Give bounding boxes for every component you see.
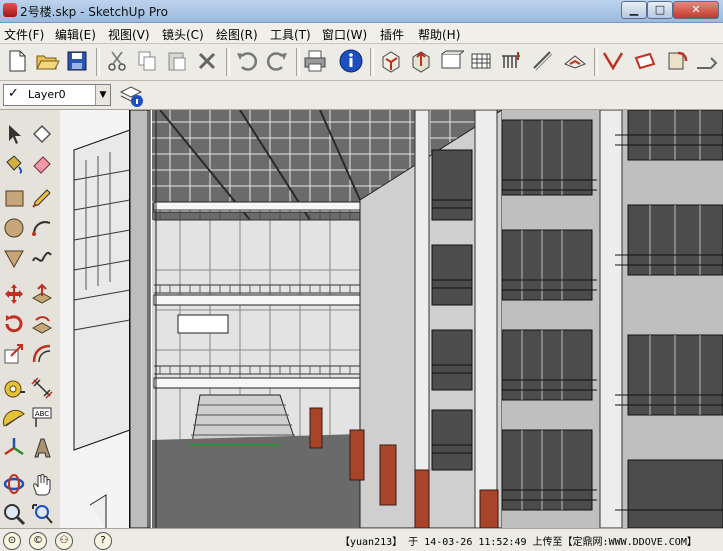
zoom-window-icon[interactable] [30, 502, 54, 526]
scale-tool-icon[interactable] [2, 342, 26, 366]
paint-bucket-icon[interactable] [2, 152, 26, 176]
select-arrow-icon[interactable] [2, 122, 26, 146]
print-icon[interactable] [302, 48, 328, 74]
toolbar-separator [370, 48, 374, 76]
menu-plugins[interactable]: 插件 [380, 26, 404, 43]
orbit-tool-icon[interactable] [2, 472, 26, 496]
toolbar-separator [296, 48, 300, 76]
arc-tool-icon[interactable] [30, 216, 54, 240]
menu-bar: 文件(F) 编辑(E) 视图(V) 镜头(C) 绘图(R) 工具(T) 窗口(W… [0, 23, 723, 44]
open-folder-icon[interactable] [34, 48, 60, 74]
push-pull-icon[interactable] [408, 48, 434, 74]
redo-icon[interactable] [264, 48, 290, 74]
follow-me-icon[interactable] [664, 48, 690, 74]
layer-name: Layer0 [28, 88, 66, 101]
window-title: 2号楼.skp - SketchUp Pro [20, 5, 168, 19]
section-plane-icon[interactable] [438, 48, 464, 74]
help-icon[interactable]: ? [94, 532, 112, 550]
polygon-tool-icon[interactable] [2, 246, 26, 270]
menu-camera[interactable]: 镜头(C) [162, 26, 204, 43]
protractor-icon[interactable] [2, 406, 26, 430]
pan-hand-icon[interactable] [30, 472, 54, 496]
rectangle-3d-icon[interactable] [632, 48, 658, 74]
3d-text-icon[interactable] [30, 436, 54, 460]
new-file-icon[interactable] [4, 48, 30, 74]
rectangle-tool-icon[interactable] [2, 186, 26, 210]
maximize-button[interactable]: □ [647, 1, 673, 19]
erase-delete-icon[interactable] [194, 48, 220, 74]
stairs-tool-icon[interactable] [530, 48, 556, 74]
toolbar-separator [96, 48, 100, 76]
menu-window[interactable]: 窗口(W) [322, 26, 367, 43]
dimension-tool-icon[interactable] [30, 376, 54, 400]
menu-tools[interactable]: 工具(T) [270, 26, 311, 43]
layer-dropdown[interactable]: ✓ Layer0 ▼ [3, 84, 111, 106]
status-bar: ⊙ © ⚇ ? 【yuan213】 于 14-03-26 11:52:49 上传… [0, 528, 723, 551]
tape-measure-icon[interactable] [2, 376, 26, 400]
axes-tool-icon[interactable] [2, 436, 26, 460]
minimize-button[interactable]: ▁ [621, 1, 647, 19]
upload-info-text: 【yuan213】 于 14-03-26 11:52:49 上传至【定鼎网:WW… [340, 537, 697, 548]
3d-model-viewport[interactable] [60, 110, 723, 528]
chevron-down-icon[interactable]: ▼ [95, 85, 110, 105]
make-component-tool-icon[interactable] [30, 122, 54, 146]
text-tool-icon[interactable]: ABC [30, 406, 54, 430]
layer-manager-icon[interactable] [118, 82, 144, 108]
layer-toolbar: ✓ Layer0 ▼ [0, 81, 723, 110]
undo-icon[interactable] [234, 48, 260, 74]
menu-file[interactable]: 文件(F) [4, 26, 44, 43]
circle-tool-icon[interactable] [2, 216, 26, 240]
menu-edit[interactable]: 编辑(E) [55, 26, 96, 43]
move-tool-icon[interactable] [2, 282, 26, 306]
model-info-icon[interactable] [338, 48, 364, 74]
toolbar-separator [594, 48, 598, 76]
push-pull-tool-icon[interactable] [30, 282, 54, 306]
toolbar-more-icon[interactable] [694, 48, 720, 74]
tool-palette: ABC [0, 110, 61, 528]
copy-icon[interactable] [134, 48, 160, 74]
freehand-tool-icon[interactable] [30, 246, 54, 270]
credits-icon[interactable]: © [29, 532, 47, 550]
active-layer-check-icon: ✓ [8, 86, 19, 101]
pencil-line-icon[interactable] [30, 186, 54, 210]
grid-icon[interactable] [468, 48, 494, 74]
geo-location-icon[interactable]: ⊙ [3, 532, 21, 550]
follow-me-tool-icon[interactable] [30, 312, 54, 336]
save-icon[interactable] [64, 48, 90, 74]
menu-help[interactable]: 帮助(H) [418, 26, 460, 43]
cut-icon[interactable] [104, 48, 130, 74]
main-toolbar [0, 44, 723, 81]
paste-icon[interactable] [164, 48, 190, 74]
tape-measure-red-icon[interactable] [600, 48, 626, 74]
roof-tool-icon[interactable] [562, 48, 588, 74]
menu-draw[interactable]: 绘图(R) [216, 26, 258, 43]
make-component-icon[interactable] [378, 48, 404, 74]
zoom-magnifier-icon[interactable] [2, 502, 26, 526]
sketchup-app-icon [3, 3, 17, 17]
menu-view[interactable]: 视图(V) [108, 26, 150, 43]
rotate-tool-icon[interactable] [2, 312, 26, 336]
close-button[interactable]: ✕ [673, 1, 719, 19]
title-bar: 2号楼.skp - SketchUp Pro ▁ □ ✕ [0, 0, 723, 23]
svg-text:ABC: ABC [35, 410, 49, 418]
offset-tool-icon[interactable] [30, 342, 54, 366]
eraser-icon[interactable] [30, 152, 54, 176]
railing-tool-icon[interactable] [498, 48, 524, 74]
atrium-model-render [60, 110, 723, 528]
user-signin-icon[interactable]: ⚇ [55, 532, 73, 550]
toolbar-separator [226, 48, 230, 76]
